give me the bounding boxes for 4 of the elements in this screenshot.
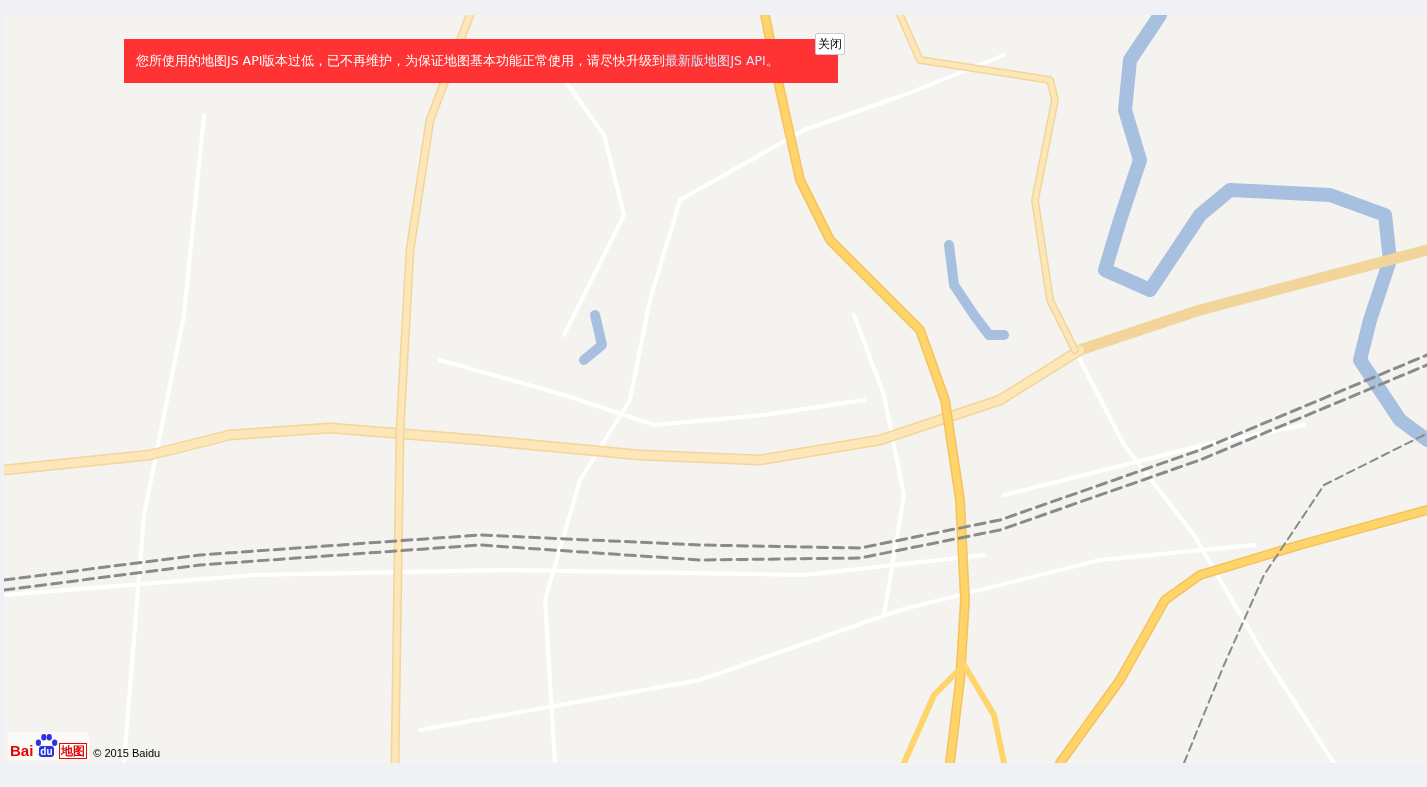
notice-text: 您所使用的地图JS API版本过低，已不再维护，为保证地图基本功能正常使用，请尽快升级到最新版地图JS API。 (136, 52, 779, 70)
map-logo[interactable]: Bai du 地图 (8, 732, 90, 760)
close-button[interactable]: 关闭 (815, 33, 845, 55)
copyright-text: © 2015 Baidu (93, 747, 161, 759)
